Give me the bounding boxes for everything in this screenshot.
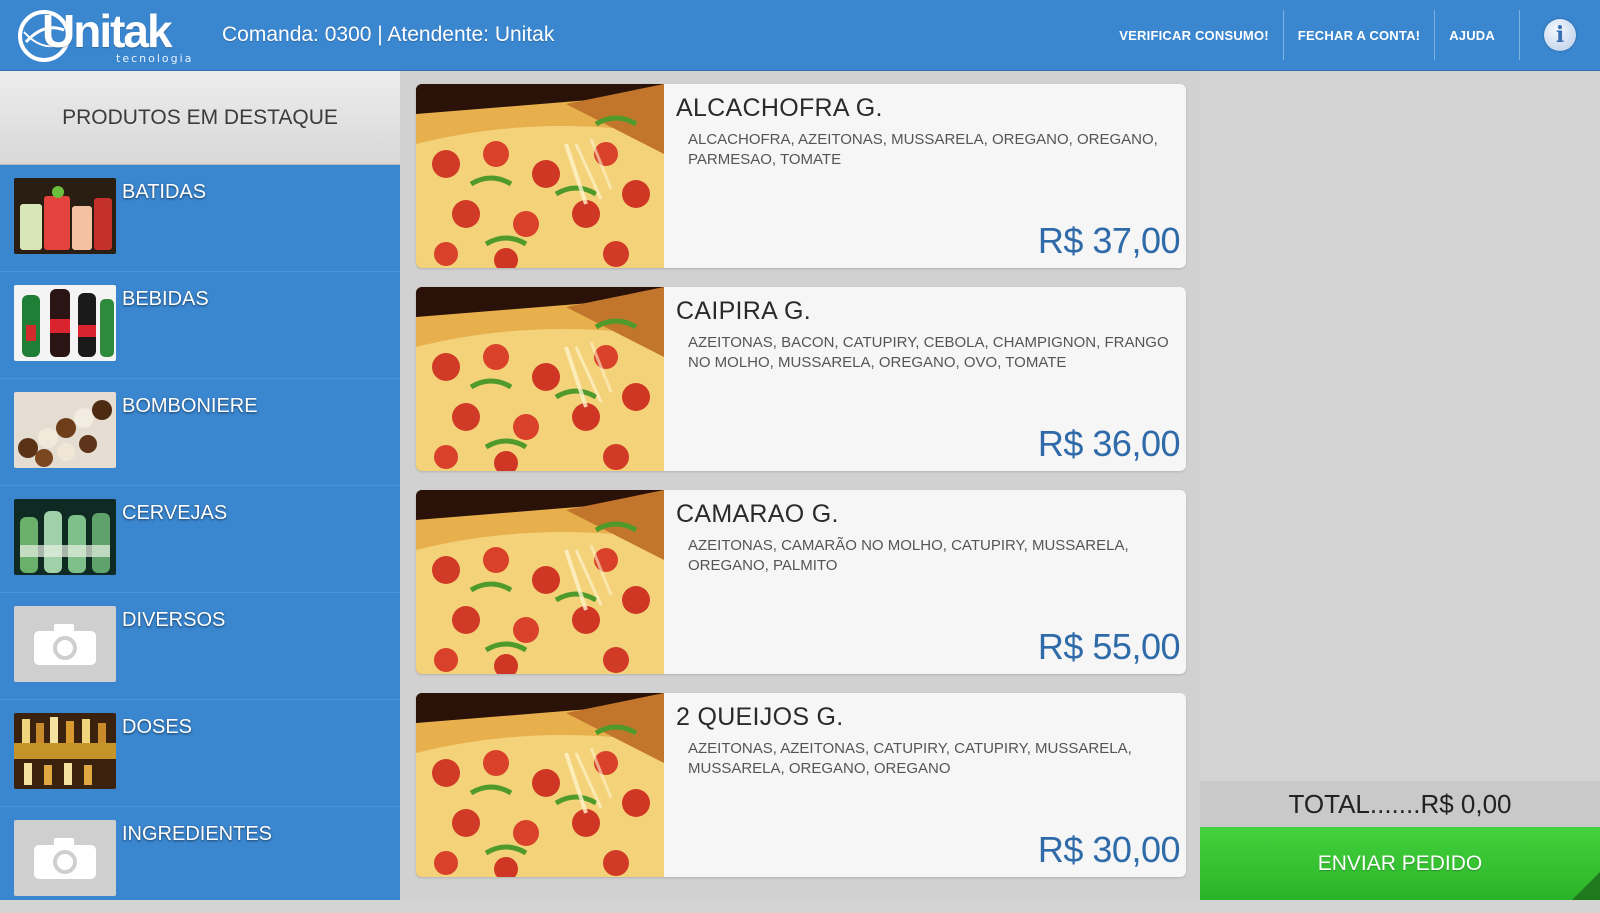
product-name: 2 QUEIJOS G. <box>676 703 844 731</box>
ajuda-button[interactable]: AJUDA <box>1435 10 1520 60</box>
product-name: CAIPIRA G. <box>676 297 811 325</box>
pizza-image <box>416 693 664 877</box>
category-item-batidas[interactable]: BATIDAS <box>0 165 400 272</box>
category-sidebar: PRODUTOS EM DESTAQUE BATIDAS BEBIDAS BOM… <box>0 71 400 900</box>
camera-placeholder-icon <box>34 624 96 665</box>
resize-corner-icon <box>1572 872 1600 900</box>
fechar-conta-button[interactable]: FECHAR A CONTA! <box>1284 10 1436 60</box>
category-item-diversos[interactable]: DIVERSOS <box>0 593 400 700</box>
session-info: Comanda: 0300 | Atendente: Unitak <box>222 23 555 46</box>
bomboniere-thumbnail <box>14 392 116 468</box>
product-price: R$ 36,00 <box>1037 423 1181 464</box>
top-nav: VERIFICAR CONSUMO! FECHAR A CONTA! AJUDA… <box>1105 0 1600 70</box>
featured-products-tab[interactable]: PRODUTOS EM DESTAQUE <box>0 71 400 165</box>
category-label: INGREDIENTES <box>122 823 273 845</box>
category-label: CERVEJAS <box>122 502 228 524</box>
category-item-ingredientes[interactable]: INGREDIENTES <box>0 807 400 913</box>
order-total: TOTAL.......R$ 0,00 <box>1200 781 1600 827</box>
product-description: AZEITONAS, AZEITONAS, CATUPIRY, CATUPIRY… <box>688 740 1132 777</box>
doses-thumbnail <box>14 713 116 789</box>
product-description: AZEITONAS, CAMARÃO NO MOLHO, CATUPIRY, M… <box>688 537 1129 574</box>
category-item-bomboniere[interactable]: BOMBONIERE <box>0 379 400 486</box>
send-order-button[interactable]: ENVIAR PEDIDO <box>1200 827 1600 900</box>
verificar-consumo-button[interactable]: VERIFICAR CONSUMO! <box>1105 10 1284 60</box>
info-button[interactable]: i <box>1520 0 1600 70</box>
pizza-image <box>416 490 664 674</box>
product-name: CAMARAO G. <box>676 500 839 528</box>
category-item-bebidas[interactable]: BEBIDAS <box>0 272 400 379</box>
top-bar: Unitak tecnologia Comanda: 0300 | Atende… <box>0 0 1600 71</box>
send-order-label: ENVIAR PEDIDO <box>1317 851 1483 875</box>
batidas-thumbnail <box>14 178 116 254</box>
category-label: DOSES <box>122 716 193 738</box>
camera-placeholder-icon <box>34 838 96 879</box>
product-name: ALCACHOFRA G. <box>676 94 883 122</box>
cervejas-thumbnail <box>14 499 116 575</box>
category-label: BEBIDAS <box>122 288 209 310</box>
product-card[interactable]: CAIPIRA G. AZEITONAS, BACON, CATUPIRY, C… <box>416 287 1186 471</box>
diversos-thumbnail <box>14 606 116 682</box>
category-item-doses[interactable]: DOSES <box>0 700 400 807</box>
product-card[interactable]: ALCACHOFRA G. ALCACHOFRA, AZEITONAS, MUS… <box>416 84 1186 268</box>
order-panel: TOTAL.......R$ 0,00 ENVIAR PEDIDO <box>1200 71 1600 900</box>
category-label: BATIDAS <box>122 181 207 203</box>
category-label: DIVERSOS <box>122 609 226 631</box>
brand-name: Unitak <box>42 5 173 57</box>
pizza-image <box>416 287 664 471</box>
category-label: BOMBONIERE <box>122 395 258 417</box>
product-price: R$ 30,00 <box>1037 829 1181 870</box>
product-card[interactable]: 2 QUEIJOS G. AZEITONAS, AZEITONAS, CATUP… <box>416 693 1186 877</box>
product-price: R$ 55,00 <box>1037 626 1181 667</box>
bebidas-thumbnail <box>14 285 116 361</box>
brand-subtitle: tecnologia <box>116 52 194 65</box>
product-card[interactable]: CAMARAO G. AZEITONAS, CAMARÃO NO MOLHO, … <box>416 490 1186 674</box>
product-description: ALCACHOFRA, AZEITONAS, MUSSARELA, OREGAN… <box>688 131 1158 168</box>
product-price: R$ 37,00 <box>1037 220 1181 261</box>
info-icon: i <box>1544 19 1576 51</box>
category-item-cervejas[interactable]: CERVEJAS <box>0 486 400 593</box>
product-description: AZEITONAS, BACON, CATUPIRY, CEBOLA, CHAM… <box>688 334 1169 371</box>
product-list: ALCACHOFRA G. ALCACHOFRA, AZEITONAS, MUS… <box>400 71 1200 900</box>
pizza-image <box>416 84 664 268</box>
ingredientes-thumbnail <box>14 820 116 896</box>
unitak-logo: Unitak tecnologia <box>16 2 196 68</box>
